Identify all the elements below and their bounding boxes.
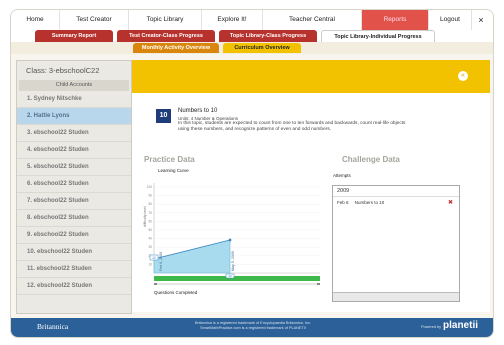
student-list: 1. Sydney Nitschke 2. Hattie Lyons 3. ebsc… bbox=[17, 91, 131, 295]
challenge-date: Feb 6 bbox=[337, 200, 349, 205]
tab-curriculum-overview[interactable]: Curriculum Overview bbox=[223, 43, 301, 53]
student-list-item[interactable]: 1. Sydney Nitschke bbox=[17, 91, 131, 108]
tab-summary-report[interactable]: Summary Report bbox=[35, 30, 113, 42]
date-start-label: Feb 6, 2009 bbox=[159, 252, 163, 271]
britannica-logo: Britannica bbox=[37, 322, 68, 331]
fail-icon: ✖ bbox=[447, 200, 453, 206]
curve-end-point bbox=[228, 238, 232, 242]
student-list-item[interactable]: 4. ebschool22 Studen bbox=[17, 142, 131, 159]
scroll-right[interactable] bbox=[317, 283, 320, 285]
questions-progress-bar bbox=[154, 276, 320, 281]
trademark-text: Britannica is a registered trademark of … bbox=[123, 321, 383, 331]
challenge-attempts-list: 2009 Feb 6 Numbers to 10 ✖ bbox=[332, 185, 460, 302]
student-list-item[interactable]: 12. ebschool22 Studen bbox=[17, 278, 131, 295]
tab-monthly-activity-overview[interactable]: Monthly Activity Overview bbox=[133, 43, 219, 53]
student-list-item[interactable]: 6. ebschool22 Studen bbox=[17, 176, 131, 193]
attempts-label: Attempts bbox=[333, 173, 351, 178]
topic-description: In this topic, students are expected to … bbox=[178, 121, 406, 132]
student-list-item[interactable]: 8. ebschool22 Studen bbox=[17, 210, 131, 227]
questions-completed-label: Questions Completed bbox=[154, 290, 198, 295]
tab-teacher-central[interactable]: Teacher Central bbox=[263, 10, 362, 30]
student-list-item[interactable]: 9. ebschool22 Studen bbox=[17, 227, 131, 244]
logout-button[interactable]: Logout bbox=[429, 10, 472, 30]
overview-tabs: Monthly Activity Overview Curriculum Ove… bbox=[11, 42, 493, 54]
student-list-item[interactable]: 11. ebschool22 Studen bbox=[17, 261, 131, 278]
challenge-data-title: Challenge Data bbox=[342, 155, 400, 164]
main-content: « 10 Numbers to 10 Units: 4 Number & Ope… bbox=[132, 60, 490, 312]
y-tick-label: 50 bbox=[148, 228, 152, 232]
challenge-scrollbar[interactable] bbox=[333, 292, 459, 301]
y-tick-label: 70 bbox=[148, 211, 152, 215]
top-navigation: Home Test Creator Topic Library Explore … bbox=[11, 10, 493, 30]
y-axis-label: difficulty level bbox=[143, 206, 147, 227]
mid-marker-label: 20 bbox=[228, 274, 232, 278]
learning-curve-svg: 100 90 80 70 60 50 40 30 20 10 difficulty level 1… bbox=[143, 183, 320, 295]
learning-curve-label: Learning Curve bbox=[158, 168, 189, 173]
tab-test-creator[interactable]: Test Creator bbox=[60, 10, 129, 30]
topic-header-bar: « bbox=[132, 60, 490, 93]
topic-title: Numbers to 10 bbox=[178, 108, 218, 114]
close-icon[interactable]: × bbox=[472, 10, 490, 30]
app-window: Home Test Creator Topic Library Explore … bbox=[10, 9, 494, 338]
student-list-item[interactable]: 2. Hattie Lyons bbox=[17, 108, 131, 125]
tab-home[interactable]: Home bbox=[11, 10, 60, 30]
challenge-row[interactable]: Feb 6 Numbers to 10 ✖ bbox=[333, 197, 459, 208]
collapse-icon[interactable]: « bbox=[458, 71, 468, 81]
report-tabs: Summary Report Test Creator-Class Progre… bbox=[11, 30, 493, 43]
y-tick-label: 30 bbox=[148, 245, 152, 249]
tab-test-creator-class-progress[interactable]: Test Creator-Class Progress bbox=[117, 30, 215, 42]
student-list-item[interactable]: 5. ebschool22 Studen bbox=[17, 159, 131, 176]
student-list-item[interactable]: 7. ebschool22 Studen bbox=[17, 193, 131, 210]
challenge-year: 2009 bbox=[333, 186, 459, 197]
britannica-logo-text: Britannica bbox=[37, 322, 69, 331]
start-marker-label: 10 bbox=[152, 256, 156, 260]
y-tick-label: 90 bbox=[148, 194, 152, 198]
planetii-logo: planetii bbox=[443, 320, 479, 331]
tab-explore-it[interactable]: Explore It! bbox=[202, 10, 263, 30]
date-end-label: May 5, 2009 bbox=[231, 251, 235, 271]
y-tick-label: 40 bbox=[148, 237, 152, 241]
student-list-item[interactable]: 10. ebschool22 Studen bbox=[17, 244, 131, 261]
tab-topic-library-class-progress[interactable]: Topic Library-Class Progress bbox=[219, 30, 317, 42]
learning-curve-chart: 100 90 80 70 60 50 40 30 20 10 difficulty level 1… bbox=[140, 175, 323, 300]
challenge-topic: Numbers to 10 bbox=[354, 200, 385, 205]
powered-by-label: Powered by bbox=[421, 325, 442, 329]
tab-reports[interactable]: Reports bbox=[362, 10, 429, 30]
topic-number-badge: 10 bbox=[156, 109, 171, 123]
student-list-item[interactable]: 3. ebschool22 Studen bbox=[17, 125, 131, 142]
y-tick-label: 100 bbox=[147, 185, 153, 189]
footer: Britannica Britannica is a registered tr… bbox=[11, 318, 493, 337]
trademark-line-2: SmartMathPractice.com is a registered tr… bbox=[200, 326, 306, 330]
practice-data-title: Practice Data bbox=[144, 155, 195, 164]
class-title: Class: 3-ebschoolC22 bbox=[26, 66, 100, 75]
child-accounts-header: Child Accounts bbox=[19, 80, 129, 91]
y-tick-label: 10 bbox=[148, 262, 152, 266]
scroll-left[interactable] bbox=[154, 283, 157, 285]
student-list-panel: Class: 3-ebschoolC22 Child Accounts 1. S… bbox=[16, 60, 132, 314]
y-tick-label: 80 bbox=[148, 202, 152, 206]
tab-topic-library[interactable]: Topic Library bbox=[129, 10, 202, 30]
y-tick-label: 60 bbox=[148, 219, 152, 223]
